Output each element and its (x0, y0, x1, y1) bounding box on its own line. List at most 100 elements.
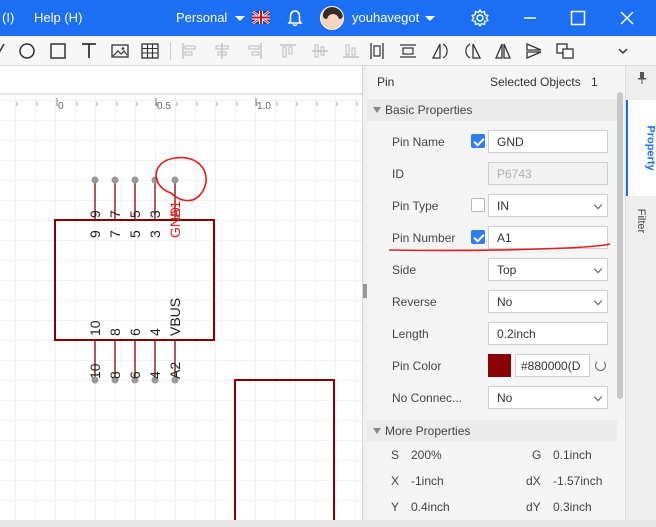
avatar[interactable] (320, 6, 344, 30)
close-icon[interactable] (617, 8, 637, 28)
pin-name-checkbox[interactable] (471, 134, 485, 148)
align-right-icon[interactable] (244, 40, 266, 62)
dy-value: 0.3inch (553, 500, 592, 514)
grid-key: G (532, 448, 542, 462)
pin-number-label: 3 (147, 210, 163, 218)
language-flag-icon[interactable] (252, 11, 270, 24)
pin-color-input[interactable]: #880000(D (515, 354, 590, 377)
id-label: ID (392, 167, 404, 181)
horizontal-scrollbar[interactable] (0, 520, 656, 527)
pin-name-label: 6 (127, 328, 143, 336)
distribute-grid-icon[interactable] (366, 40, 388, 62)
pin-name-label: Pin Name (392, 135, 445, 149)
bring-to-front-icon[interactable] (554, 40, 576, 62)
menu-item-partial[interactable]: (I) (2, 10, 14, 25)
row-side: Side Top (367, 254, 617, 286)
pin-endpoint[interactable] (111, 176, 119, 184)
reverse-select[interactable]: No (488, 290, 608, 313)
pin-type-checkbox[interactable] (471, 198, 485, 212)
more-row-x: X -1inch dX -1.57inch (367, 468, 617, 494)
pin-icon[interactable] (637, 72, 647, 84)
align-middle-icon[interactable] (309, 40, 331, 62)
table-tool-icon[interactable] (139, 40, 161, 62)
pin-number-label: A2 (167, 362, 183, 379)
row-pin-color: Pin Color #880000(D (367, 350, 617, 382)
toolbar-divider (170, 42, 171, 60)
image-tool-icon[interactable] (109, 40, 131, 62)
pin-color-label: Pin Color (392, 359, 442, 373)
property-panel: Pin Selected Objects 1 Basic Properties … (367, 66, 625, 522)
pin-type-select[interactable]: IN (488, 194, 608, 217)
pin-type-label: Pin Type (392, 199, 439, 213)
row-pin-name: Pin Name GND (367, 126, 617, 158)
y-key: Y (391, 500, 400, 514)
section-label: More Properties (385, 424, 471, 438)
drawing-toolbar (0, 36, 656, 66)
section-label: Basic Properties (385, 103, 473, 117)
chevron-down-icon[interactable] (612, 40, 634, 62)
rotate-right-icon[interactable] (461, 40, 483, 62)
flip-horizontal-icon[interactable] (492, 40, 514, 62)
pin-name-input[interactable]: GND (488, 130, 608, 153)
row-id: ID P6743 (367, 158, 617, 190)
tab-property-label: Property (644, 125, 656, 171)
tab-property[interactable]: Property (626, 100, 656, 196)
circle-tool-icon[interactable] (16, 40, 38, 62)
row-length: Length 0.2inch (367, 318, 617, 350)
id-field: P6743 (488, 162, 608, 185)
chevron-down-icon (593, 296, 603, 306)
pin-name-label: 4 (147, 328, 163, 336)
collapse-triangle-icon (373, 428, 381, 434)
flip-vertical-icon[interactable] (523, 40, 545, 62)
ruler-label: 0.5 (157, 101, 171, 112)
rotate-left-icon[interactable] (430, 40, 452, 62)
pin-number-label: 10 (87, 363, 103, 379)
menu-item-help[interactable]: Help (H) (34, 10, 82, 25)
side-select[interactable]: Top (488, 258, 608, 281)
pin-number-label: 5 (127, 210, 143, 218)
ruler-label: 0 (58, 101, 64, 112)
bell-icon[interactable] (285, 8, 305, 28)
username[interactable]: youhavegot (352, 10, 419, 25)
pin-number-label: 6 (127, 371, 143, 379)
x-value: -1inch (411, 474, 444, 488)
chevron-down-icon[interactable] (420, 8, 440, 28)
distribute-vertical-icon[interactable] (397, 40, 419, 62)
pin-color-swatch[interactable] (488, 354, 511, 377)
pin-endpoint[interactable] (91, 176, 99, 184)
line-tool-icon[interactable] (0, 40, 12, 62)
text-tool-icon[interactable] (78, 40, 100, 62)
maximize-icon[interactable] (568, 8, 588, 28)
align-left-icon[interactable] (178, 40, 200, 62)
more-row-y: Y 0.4inch dY 0.3inch (367, 494, 617, 520)
workspace-selector[interactable]: Personal (176, 10, 227, 25)
more-properties-section[interactable]: More Properties (367, 420, 617, 442)
row-reverse: Reverse No (367, 286, 617, 318)
tab-filter[interactable]: Filter (626, 196, 656, 246)
gear-icon[interactable] (470, 8, 490, 28)
minimize-icon[interactable] (520, 8, 540, 28)
align-center-icon[interactable] (211, 40, 233, 62)
scale-key: S (391, 448, 400, 462)
pin-name-label: VBUS (167, 298, 183, 336)
side-value: Top (497, 263, 517, 277)
chevron-down-icon (593, 392, 603, 402)
pin-name-label: GND (167, 207, 183, 238)
chevron-down-icon[interactable] (230, 8, 250, 28)
pin-number-label: 8 (107, 371, 123, 379)
dx-value: -1.57inch (553, 474, 603, 488)
pin-number-label: 7 (107, 210, 123, 218)
ruler-label: 1.0 (257, 101, 271, 112)
pin-endpoint[interactable] (171, 176, 179, 184)
schematic-canvas[interactable]: 0 0.5 1.0 9 9 7 7 5 5 3 3 A1 GND 10 10 8 8 6 6 4 4 VBUS A2 (0, 66, 362, 522)
basic-properties-section[interactable]: Basic Properties (367, 99, 617, 121)
no-connect-select[interactable]: No (488, 386, 608, 409)
length-input[interactable]: 0.2inch (488, 322, 608, 345)
align-top-icon[interactable] (277, 40, 299, 62)
chevron-down-icon (593, 200, 603, 210)
align-bottom-icon[interactable] (340, 40, 362, 62)
selected-objects-label: Selected Objects (490, 75, 581, 89)
pin-endpoint[interactable] (131, 176, 139, 184)
rectangle-tool-icon[interactable] (47, 40, 69, 62)
refresh-icon[interactable] (595, 360, 606, 371)
